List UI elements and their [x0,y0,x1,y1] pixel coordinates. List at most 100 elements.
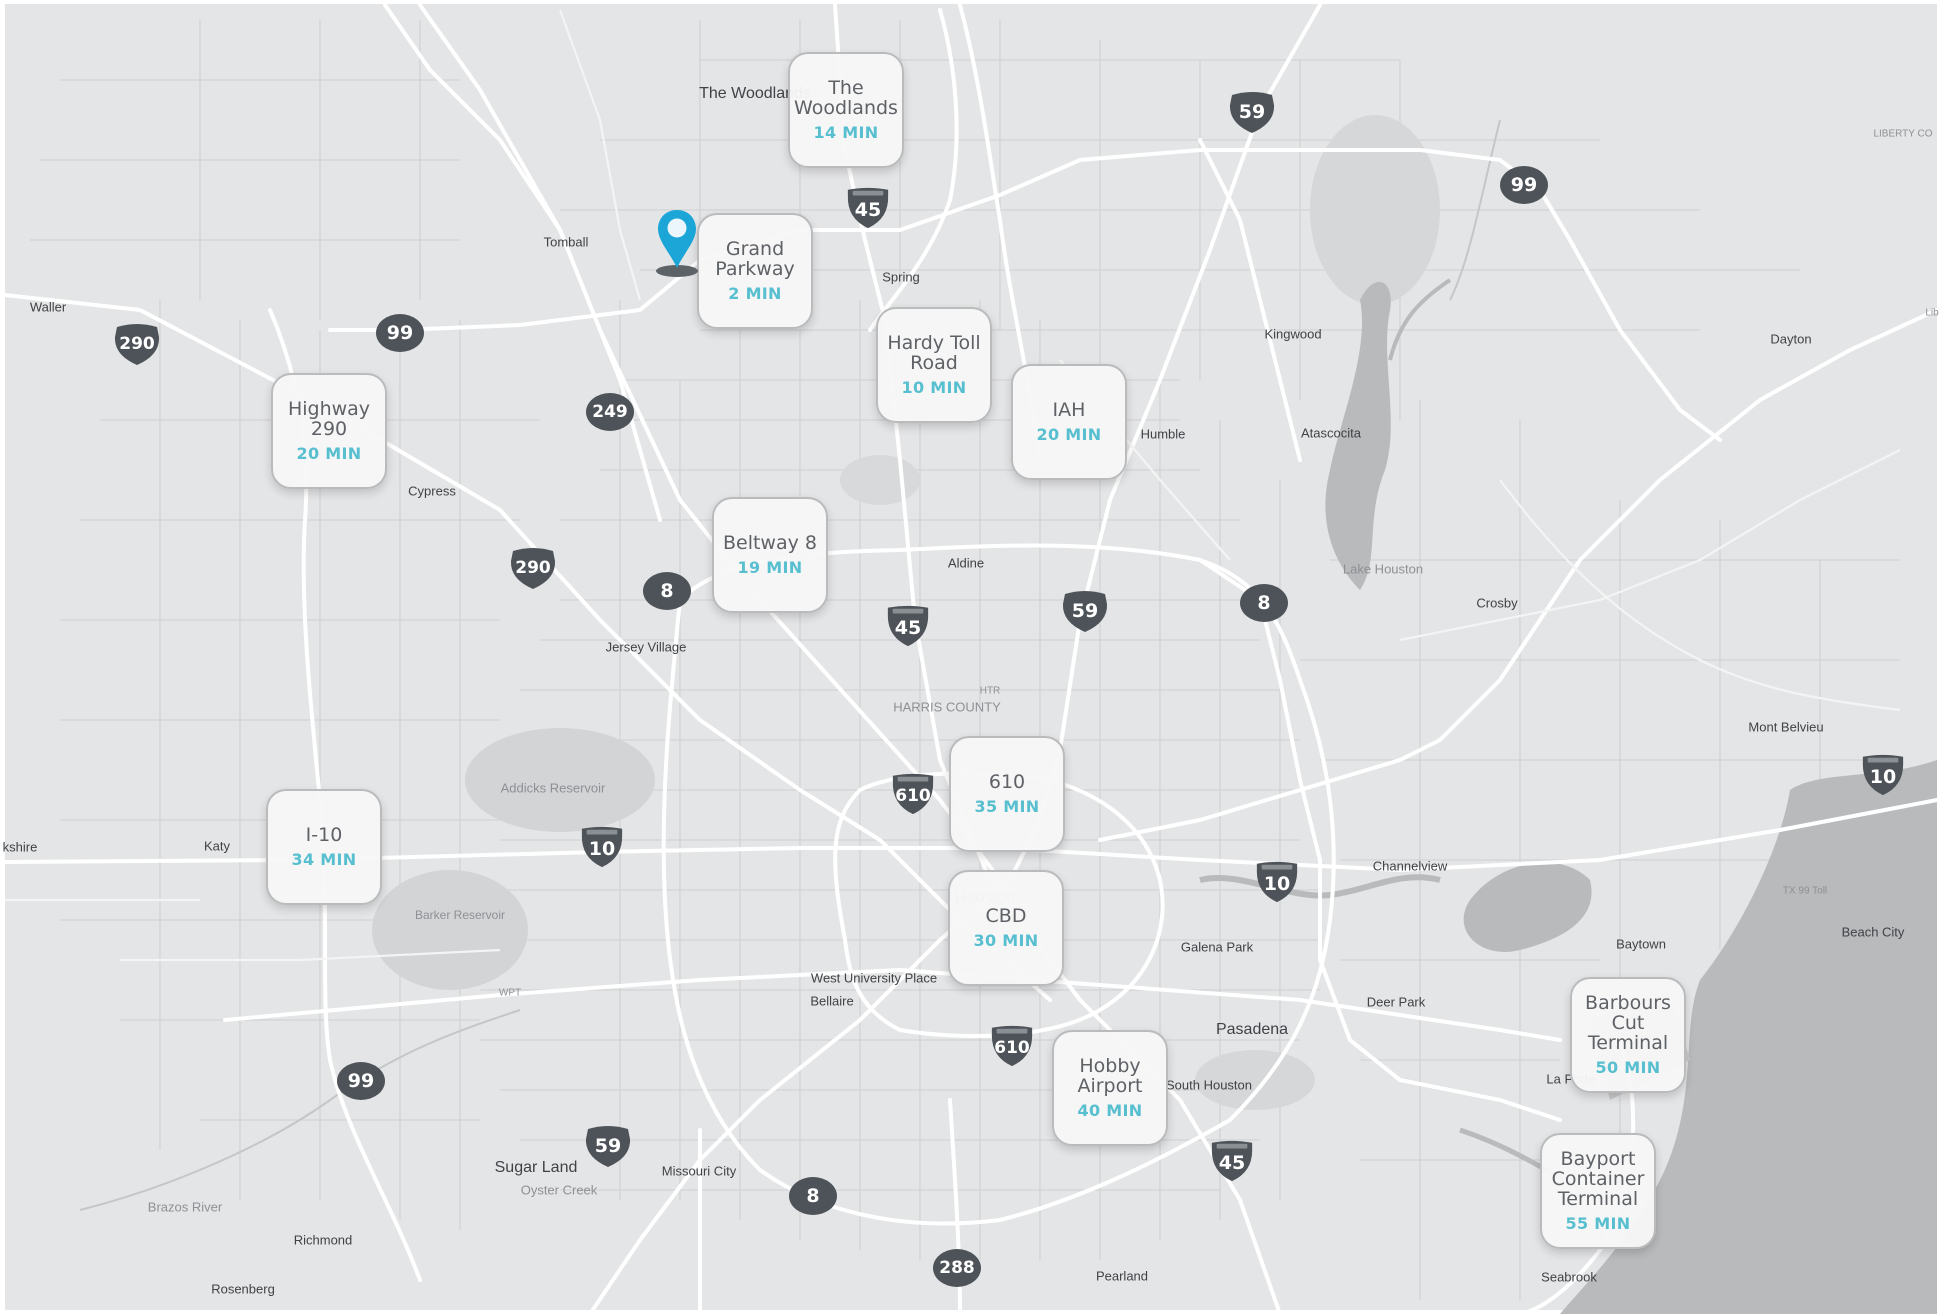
place-label: Spring [882,269,920,285]
place-label: Dayton [1770,331,1812,347]
place-label: Missouri City [661,1163,737,1179]
place-label: HTR [979,685,1001,697]
us-route-shield-icon: 59 [1060,586,1110,634]
map-canvas[interactable] [0,0,1940,1314]
us-route-shield-icon: 59 [583,1121,633,1169]
drive-time: 20 MIN [1036,425,1102,444]
destination-name: Hobby Airport [1077,1055,1143,1097]
drive-time: 30 MIN [973,931,1039,950]
interstate-route-shield-icon: 10 [1857,751,1909,797]
place-label: Barker Reservoir [414,908,506,922]
place-label: Baytown [1616,936,1666,952]
us-route-shield-icon: 290 [112,319,162,367]
route-number: 59 [594,1135,622,1157]
state-route-shield-icon: 99 [1499,165,1549,205]
place-label: LIBERTY CO [1873,128,1933,140]
place-label: Kingwood [1264,326,1322,342]
place-label: Bellaire [810,993,854,1009]
destination-card[interactable]: Hardy Toll Road 10 MIN [876,307,992,423]
route-number: 8 [806,1185,820,1207]
drive-time: 14 MIN [813,123,879,142]
place-label: Waller [29,299,67,315]
place-label: Aldine [947,555,985,571]
route-number: 99 [386,322,414,344]
route-number: 249 [592,402,628,422]
us-route-shield-icon: 59 [1227,87,1277,135]
place-label: South Houston [1165,1077,1253,1093]
destination-card[interactable]: I-10 34 MIN [266,789,382,905]
destination-name: 610 [988,771,1026,793]
destination-name: I-10 [305,824,343,846]
destination-name: Bayport Container Terminal [1551,1148,1645,1210]
drive-time: 20 MIN [296,444,362,463]
route-number: 10 [1263,873,1291,895]
route-number: 288 [939,1258,975,1278]
drive-time: 40 MIN [1077,1101,1143,1120]
destination-card[interactable]: Hobby Airport 40 MIN [1052,1030,1168,1146]
place-label: Rosenberg [211,1281,275,1297]
drive-time: 35 MIN [974,797,1040,816]
place-label: Galena Park [1180,939,1254,955]
place-label: Pasadena [1215,1021,1289,1038]
place-label: Seabrook [1541,1269,1597,1285]
destination-card[interactable]: IAH 20 MIN [1011,364,1127,480]
destination-card[interactable]: CBD 30 MIN [948,870,1064,986]
destination-name: Beltway 8 [722,532,817,554]
route-number: 10 [1869,766,1897,788]
destination-card[interactable]: The Woodlands 14 MIN [788,52,904,168]
place-label: Tomball [543,234,589,250]
destination-card[interactable]: Beltway 8 19 MIN [712,497,828,613]
state-route-shield-icon: 8 [642,571,692,611]
route-number: 45 [894,617,922,639]
place-label: Channelview [1372,858,1448,874]
place-label: Oyster Creek [520,1182,598,1198]
place-label: Jersey Village [605,639,687,655]
route-number: 59 [1238,101,1266,123]
place-label: Brazos River [147,1199,223,1215]
interstate-route-shield-icon: 45 [1206,1137,1258,1183]
destination-name: Highway 290 [287,398,371,440]
place-label: HARRIS COUNTY [893,699,1001,715]
destination-card[interactable]: Highway 290 20 MIN [271,373,387,489]
interstate-route-shield-icon: 45 [882,602,934,648]
route-number: 99 [1510,174,1538,196]
place-label: kshire [2,839,38,855]
place-label: TX 99 Toll [1782,885,1828,897]
us-route-shield-icon: 290 [508,543,558,591]
place-label: Beach City [1841,924,1905,940]
destination-card[interactable]: Barbours Cut Terminal 50 MIN [1570,977,1686,1093]
route-number: 8 [1257,592,1271,614]
drive-time: 55 MIN [1565,1214,1631,1233]
place-label: West University Place [810,970,938,986]
destination-name: The Woodlands [794,77,898,119]
state-route-shield-icon: 288 [932,1248,982,1288]
drive-time: 50 MIN [1595,1058,1661,1077]
place-label: Crosby [1476,595,1518,611]
place-label: Humble [1140,426,1186,442]
place-label: Katy [203,838,231,854]
interstate-route-shield-icon: 610 [986,1022,1038,1068]
route-number: 59 [1071,600,1099,622]
place-label: Lake Houston [1342,561,1424,577]
place-label: Pearland [1095,1268,1149,1284]
interstate-route-shield-icon: 10 [1251,858,1303,904]
destination-card[interactable]: 610 35 MIN [949,736,1065,852]
route-number: 610 [895,786,931,806]
destination-card[interactable]: Bayport Container Terminal 55 MIN [1540,1133,1656,1249]
destination-card[interactable]: Grand Parkway 2 MIN [697,213,813,329]
place-label: Lib [1925,307,1939,319]
place-label: Deer Park [1366,994,1426,1010]
route-number: 610 [994,1038,1030,1058]
interstate-route-shield-icon: 45 [842,184,894,230]
state-route-shield-icon: 8 [1239,583,1289,623]
place-label: Mont Belvieu [1748,719,1824,735]
location-pin-icon[interactable] [655,208,699,280]
drive-time: 19 MIN [737,558,803,577]
interstate-route-shield-icon: 610 [887,770,939,816]
route-number: 8 [660,580,674,602]
drive-time: 10 MIN [901,378,967,397]
state-route-shield-icon: 249 [585,392,635,432]
place-label: Cypress [408,483,456,499]
destination-name: Hardy Toll Road [887,332,981,374]
place-label: Atascocita [1301,425,1361,441]
